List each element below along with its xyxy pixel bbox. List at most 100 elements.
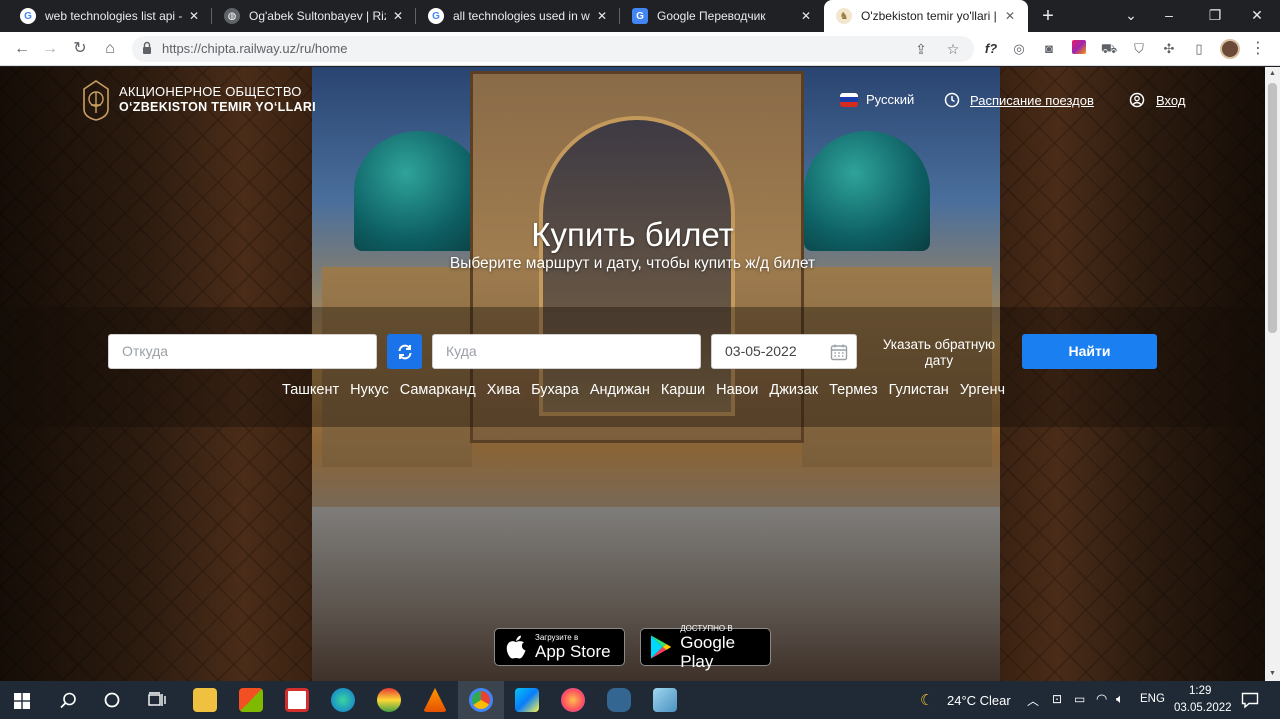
cortana-icon[interactable] <box>104 692 120 708</box>
scrollbar-thumb[interactable] <box>1268 83 1277 333</box>
date-input[interactable]: 03-05-2022 <box>711 334 857 369</box>
uty-logo-icon[interactable] <box>80 79 112 121</box>
back-icon[interactable]: ← <box>10 37 34 61</box>
address-bar[interactable]: https://chipta.railway.uz/ru/home ⇪ ☆ <box>132 36 974 62</box>
google-play-badge[interactable]: ДОСТУПНО В Google Play <box>640 624 771 671</box>
city-link[interactable]: Андижан <box>590 382 650 398</box>
city-link[interactable]: Самарканд <box>400 382 476 398</box>
app-store-badge[interactable]: Загрузите в App Store <box>494 628 625 666</box>
extensions-puzzle-icon[interactable]: ✣ <box>1160 40 1178 58</box>
meet-now-icon[interactable]: ⊡ <box>1052 692 1062 706</box>
close-tab-icon[interactable]: ✕ <box>390 9 406 23</box>
find-button[interactable]: Найти <box>1022 334 1157 369</box>
brand-name[interactable]: АКЦИОНЕРНОЕ ОБЩЕСТВО O‘ZBEKISTON TEMIR Y… <box>119 84 316 114</box>
search-icon[interactable] <box>60 692 77 709</box>
minimize-icon[interactable]: – <box>1146 0 1192 32</box>
browser-tab[interactable]: ◍ Og'abek Sultonbayev | Rizqim ✕ <box>212 0 416 32</box>
store-icon[interactable] <box>239 688 263 712</box>
weather-moon-icon: ☾ <box>920 692 934 709</box>
city-link[interactable]: Хива <box>487 382 520 398</box>
tab-title: Google Переводчик <box>657 9 766 23</box>
battery-icon[interactable]: ▭ <box>1074 692 1085 706</box>
forward-icon[interactable]: → <box>38 37 62 61</box>
swap-stations-button[interactable] <box>387 334 422 369</box>
from-station-input[interactable]: Откуда <box>108 334 377 369</box>
clock-date[interactable]: 03.05.2022 <box>1174 702 1232 714</box>
login-link[interactable]: Вход <box>1129 92 1185 108</box>
file-explorer-icon[interactable] <box>193 688 217 712</box>
close-tab-icon[interactable]: ✕ <box>594 9 610 23</box>
city-link[interactable]: Ургенч <box>960 382 1005 398</box>
to-station-input[interactable]: Куда <box>432 334 701 369</box>
browser-tab[interactable]: G all technologies used in web ✕ <box>416 0 620 32</box>
google-icon: G <box>428 8 444 24</box>
share-icon[interactable]: ⇪ <box>912 40 930 58</box>
city-link[interactable]: Ташкент <box>282 382 339 398</box>
wifi-icon[interactable]: ◠ <box>1096 691 1107 707</box>
scroll-down-icon[interactable]: ▼ <box>1265 667 1280 681</box>
language-selector[interactable]: Русский <box>840 92 914 107</box>
acrobat-icon[interactable] <box>285 688 309 712</box>
browser-tab-active[interactable]: ♞ O'zbekiston temir yo'llari | Гл ✕ <box>824 0 1028 32</box>
profile-avatar[interactable] <box>1220 39 1240 59</box>
input-language[interactable]: ENG <box>1140 693 1165 705</box>
home-icon[interactable]: ⌂ <box>98 37 122 61</box>
formula-extension-icon[interactable]: f? <box>982 40 1000 58</box>
tab-title: web technologies list api - Go <box>45 9 182 23</box>
calendar-icon[interactable] <box>830 343 848 361</box>
close-tab-icon[interactable]: ✕ <box>1002 9 1018 23</box>
webstorm-icon[interactable] <box>515 688 539 712</box>
uty-logo-icon: ♞ <box>836 8 852 24</box>
winrar-icon[interactable] <box>377 688 401 712</box>
url-text: https://chipta.railway.uz/ru/home <box>162 41 348 56</box>
vlc-icon[interactable] <box>423 688 447 712</box>
city-link[interactable]: Джизак <box>769 382 818 398</box>
color-picker-icon[interactable] <box>1070 40 1088 58</box>
close-window-icon[interactable]: ✕ <box>1234 0 1280 32</box>
schedule-link[interactable]: Расписание поездов <box>944 92 1094 108</box>
city-link[interactable]: Гулистан <box>889 382 949 398</box>
camera-icon[interactable]: ◙ <box>1040 40 1058 58</box>
scroll-up-icon[interactable]: ▲ <box>1265 67 1280 81</box>
show-hidden-icons-icon[interactable]: ︿ <box>1027 692 1039 709</box>
car-icon[interactable]: ⛟ <box>1100 40 1118 58</box>
reload-icon[interactable]: ↻ <box>68 37 92 61</box>
schedule-label: Расписание поездов <box>970 92 1094 108</box>
city-link[interactable]: Бухара <box>531 382 579 398</box>
notes-app-icon[interactable] <box>653 688 677 712</box>
close-tab-icon[interactable]: ✕ <box>798 9 814 23</box>
notifications-icon[interactable] <box>1241 692 1259 709</box>
popular-cities: Ташкент Нукус Самарканд Хива Бухара Анди… <box>282 382 1005 398</box>
firefox-icon[interactable] <box>561 688 585 712</box>
bookmark-star-icon[interactable]: ☆ <box>944 40 962 58</box>
volume-icon[interactable]: 🔈︎ <box>1116 691 1124 707</box>
menu-kebab-icon[interactable]: ⋮ <box>1250 37 1266 61</box>
restore-icon[interactable]: ❐ <box>1192 0 1238 32</box>
city-link[interactable]: Нукус <box>350 382 389 398</box>
extension-icon[interactable]: ◎ <box>1010 40 1028 58</box>
task-view-icon[interactable] <box>148 692 166 708</box>
close-tab-icon[interactable]: ✕ <box>186 9 202 23</box>
clock-icon <box>944 92 960 108</box>
brand-line2: O‘ZBEKISTON TEMIR YO‘LLARI <box>119 100 316 114</box>
side-panel-icon[interactable]: ▯ <box>1190 40 1208 58</box>
new-tab-button[interactable]: + <box>1036 4 1060 28</box>
city-link[interactable]: Термез <box>829 382 878 398</box>
page-scrollbar[interactable]: ▲ ▼ <box>1265 67 1280 681</box>
postgresql-icon[interactable] <box>607 688 631 712</box>
edge-icon[interactable] <box>331 688 355 712</box>
date-value: 03-05-2022 <box>725 343 797 359</box>
return-date-link[interactable]: Указать обратную дату <box>876 337 1002 369</box>
windows-start-icon[interactable] <box>14 693 30 709</box>
city-link[interactable]: Навои <box>716 382 758 398</box>
google-translate-icon: G <box>632 8 648 24</box>
browser-tab-strip: G web technologies list api - Go ✕ ◍ Og'… <box>0 0 1280 32</box>
chrome-icon[interactable] <box>469 688 493 712</box>
browser-tab[interactable]: G web technologies list api - Go ✕ <box>8 0 212 32</box>
weather-text[interactable]: 24°C Clear <box>947 693 1011 708</box>
clock-time[interactable]: 1:29 <box>1189 685 1211 697</box>
shield-icon[interactable]: ⛉ <box>1130 40 1148 58</box>
user-icon <box>1129 92 1145 108</box>
browser-tab[interactable]: G Google Переводчик ✕ <box>620 0 824 32</box>
city-link[interactable]: Карши <box>661 382 705 398</box>
